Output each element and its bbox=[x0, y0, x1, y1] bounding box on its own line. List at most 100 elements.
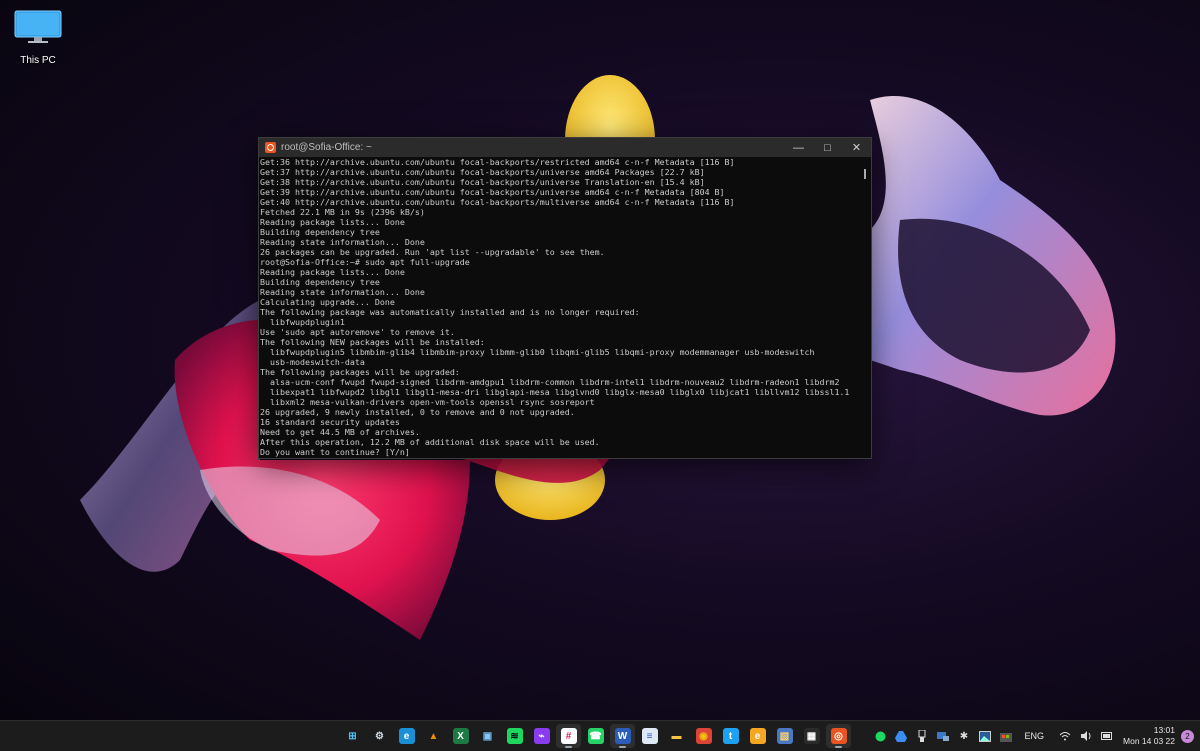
terminal-line: After this operation, 12.2 MB of additio… bbox=[260, 437, 871, 447]
terminal-line: Get:40 http://archive.ubuntu.com/ubuntu … bbox=[260, 197, 871, 207]
terminal-line: libexpat1 libfwupd2 libgl1 libgl1-mesa-d… bbox=[260, 387, 871, 397]
terminal-line: libxml2 mesa-vulkan-drivers open-vm-tool… bbox=[260, 397, 871, 407]
edge-icon: e bbox=[399, 728, 415, 744]
terminal-line: Do you want to continue? [Y/n] bbox=[260, 447, 871, 457]
taskbar-vlc-button[interactable]: ▲ bbox=[421, 724, 446, 748]
scrollbar-thumb[interactable] bbox=[864, 169, 866, 179]
terminal-line: root@Sofia-Office:~# sudo apt full-upgra… bbox=[260, 257, 871, 267]
terminal-line: Get:39 http://archive.ubuntu.com/ubuntu … bbox=[260, 187, 871, 197]
title-bar[interactable]: root@Sofia-Office: ~ — □ ✕ bbox=[259, 138, 871, 157]
ubuntu-icon: ◎ bbox=[831, 728, 847, 744]
terminal-line: 16 standard security updates bbox=[260, 417, 871, 427]
ubuntu-icon bbox=[265, 142, 276, 153]
vlc-icon: ▲ bbox=[426, 728, 442, 744]
taskbar-twitter-button[interactable]: t bbox=[718, 724, 743, 748]
desktop-icon-label: This PC bbox=[12, 55, 64, 66]
taskbar-word-button[interactable]: W bbox=[610, 724, 635, 748]
terminal-line: Calculating upgrade... Done bbox=[260, 297, 871, 307]
maximize-icon: □ bbox=[824, 142, 831, 154]
messenger-icon: ⌁ bbox=[534, 728, 550, 744]
clock[interactable]: 13:01 Mon 14 03 22 bbox=[1123, 725, 1175, 747]
store-icon: ▦ bbox=[804, 728, 820, 744]
taskbar-ubuntu-button[interactable]: ◎ bbox=[826, 724, 851, 748]
taskbar-chrome-button[interactable]: ◉ bbox=[691, 724, 716, 748]
file-explorer-icon: ▬ bbox=[669, 728, 685, 744]
taskbar: ⊞⚙e▲X▣≋⌁#☎W≡▬◉te▧▦◎ ✱ ENG 13:01 Mon 14 0… bbox=[0, 720, 1200, 751]
terminal-line: libfwupdplugin5 libmbim-glib4 libmbim-pr… bbox=[260, 347, 871, 357]
terminal-line: Get:36 http://archive.ubuntu.com/ubuntu … bbox=[260, 157, 871, 167]
taskbar-start-button[interactable]: ⊞ bbox=[340, 724, 365, 748]
battery-icon[interactable] bbox=[1099, 728, 1115, 744]
excel-icon: X bbox=[453, 728, 469, 744]
office-icon: ▣ bbox=[480, 728, 496, 744]
terminal-output[interactable]: Get:36 http://archive.ubuntu.com/ubuntu … bbox=[259, 157, 871, 457]
taskbar-settings-button[interactable]: ⚙ bbox=[367, 724, 392, 748]
minimize-button[interactable]: — bbox=[784, 138, 813, 157]
terminal-line: Building dependency tree bbox=[260, 227, 871, 237]
language-indicator[interactable]: ENG bbox=[1025, 731, 1045, 741]
terminal-line: alsa-ucm-conf fwupd fwupd-signed libdrm-… bbox=[260, 377, 871, 387]
terminal-line: Get:37 http://archive.ubuntu.com/ubuntu … bbox=[260, 167, 871, 177]
wifi-icon[interactable] bbox=[1057, 728, 1073, 744]
word-icon: W bbox=[615, 728, 631, 744]
clock-time: 13:01 bbox=[1123, 725, 1175, 736]
volume-icon[interactable] bbox=[1078, 728, 1094, 744]
terminal-line: Building dependency tree bbox=[260, 277, 871, 287]
whatsapp-icon: ☎ bbox=[588, 728, 604, 744]
taskbar-office-button[interactable]: ▣ bbox=[475, 724, 500, 748]
monitor-icon bbox=[14, 10, 62, 44]
taskbar-apps: ⊞⚙e▲X▣≋⌁#☎W≡▬◉te▧▦◎ bbox=[340, 724, 851, 748]
terminal-line: Need to get 44.5 MB of archives. bbox=[260, 427, 871, 437]
twitter-icon: t bbox=[723, 728, 739, 744]
terminal-line: Reading package lists... Done bbox=[260, 267, 871, 277]
terminal-line: Reading state information... Done bbox=[260, 237, 871, 247]
photos-icon: ▧ bbox=[777, 728, 793, 744]
chrome-icon: ◉ bbox=[696, 728, 712, 744]
spotify-tray-icon[interactable] bbox=[872, 728, 888, 744]
terminal-line: The following NEW packages will be insta… bbox=[260, 337, 871, 347]
photos-tray-icon[interactable] bbox=[977, 728, 993, 744]
start-icon: ⊞ bbox=[345, 728, 361, 744]
terminal-line: libfwupdplugin1 bbox=[260, 317, 871, 327]
taskbar-store-button[interactable]: ▦ bbox=[799, 724, 824, 748]
terminal-line: Reading state information... Done bbox=[260, 287, 871, 297]
terminal-window[interactable]: root@Sofia-Office: ~ — □ ✕ Get:36 http:/… bbox=[258, 137, 872, 459]
terminal-line: Reading package lists... Done bbox=[260, 217, 871, 227]
usb-tray-icon[interactable] bbox=[914, 728, 930, 744]
close-button[interactable]: ✕ bbox=[842, 138, 871, 157]
terminal-line: Fetched 22.1 MB in 9s (2396 kB/s) bbox=[260, 207, 871, 217]
network-tray-icon[interactable] bbox=[935, 728, 951, 744]
taskbar-notepad-button[interactable]: ≡ bbox=[637, 724, 662, 748]
taskbar-edge-button[interactable]: e bbox=[394, 724, 419, 748]
taskbar-slack-button[interactable]: # bbox=[556, 724, 581, 748]
store-tray-icon[interactable] bbox=[998, 728, 1014, 744]
spotify-icon: ≋ bbox=[507, 728, 523, 744]
notification-badge[interactable]: 2 bbox=[1181, 730, 1194, 743]
system-tray: ✱ ENG 13:01 Mon 14 03 22 2 bbox=[870, 721, 1200, 751]
taskbar-whatsapp-button[interactable]: ☎ bbox=[583, 724, 608, 748]
taskbar-photos-button[interactable]: ▧ bbox=[772, 724, 797, 748]
close-icon: ✕ bbox=[852, 141, 861, 154]
drive-tray-icon[interactable] bbox=[893, 728, 909, 744]
terminal-line: The following package was automatically … bbox=[260, 307, 871, 317]
taskbar-excel-button[interactable]: X bbox=[448, 724, 473, 748]
terminal-line: 26 upgraded, 9 newly installed, 0 to rem… bbox=[260, 407, 871, 417]
terminal-line: 26 packages can be upgraded. Run 'apt li… bbox=[260, 247, 871, 257]
taskbar-spotify-button[interactable]: ≋ bbox=[502, 724, 527, 748]
terminal-line: usb-modeswitch-data bbox=[260, 357, 871, 367]
taskbar-ebay-button[interactable]: e bbox=[745, 724, 770, 748]
terminal-line: Use 'sudo apt autoremove' to remove it. bbox=[260, 327, 871, 337]
slack-icon: # bbox=[561, 728, 577, 744]
clock-date: Mon 14 03 22 bbox=[1123, 736, 1175, 747]
terminal-line: The following packages will be upgraded: bbox=[260, 367, 871, 377]
maximize-button[interactable]: □ bbox=[813, 138, 842, 157]
minimize-icon: — bbox=[793, 142, 804, 154]
bluetooth-icon[interactable]: ✱ bbox=[956, 728, 972, 744]
desktop-icon-this-pc[interactable]: This PC bbox=[12, 10, 64, 66]
taskbar-file-explorer-button[interactable]: ▬ bbox=[664, 724, 689, 748]
settings-icon: ⚙ bbox=[372, 728, 388, 744]
notepad-icon: ≡ bbox=[642, 728, 658, 744]
window-title: root@Sofia-Office: ~ bbox=[281, 142, 372, 153]
terminal-line: Get:38 http://archive.ubuntu.com/ubuntu … bbox=[260, 177, 871, 187]
taskbar-messenger-button[interactable]: ⌁ bbox=[529, 724, 554, 748]
